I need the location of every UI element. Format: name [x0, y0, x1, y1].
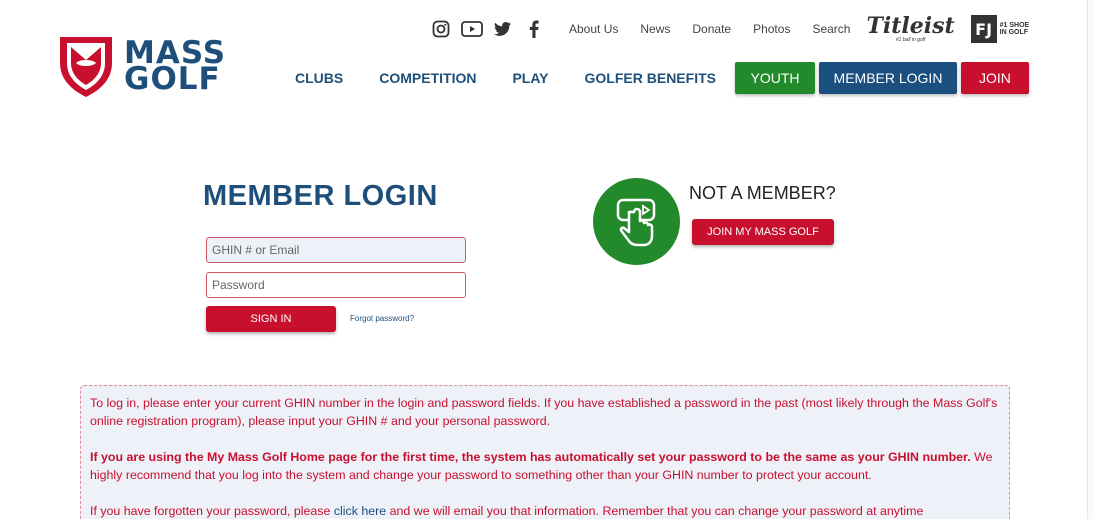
nav-golfer-benefits[interactable]: GOLFER BENEFITS [585, 70, 716, 86]
join-button[interactable]: JOIN [960, 62, 1029, 94]
titleist-wordmark: Titleist [866, 13, 955, 39]
titleist-tagline: #1 ball in golf [895, 37, 926, 43]
footjoy-sponsor-logo[interactable]: FJ #1 SHOE IN GOLF [970, 15, 1030, 43]
login-instructions-box: To log in, please enter your current GHI… [80, 385, 1010, 519]
nav-donate[interactable]: Donate [692, 22, 731, 36]
nav-clubs[interactable]: CLUBS [295, 70, 343, 86]
forgot-text-start: If you have forgotten your password, ple… [90, 504, 331, 518]
fj-tagline: #1 SHOE IN GOLF [1000, 22, 1030, 36]
join-my-mass-golf-button[interactable]: JOIN MY MASS GOLF [692, 219, 834, 245]
utility-bar: About Us News Donate Photos Search Title… [430, 14, 1029, 44]
page-scrollbar[interactable] [1087, 0, 1093, 519]
forgot-password-link[interactable]: Forgot password? [350, 314, 414, 323]
instructions-paragraph-1: To log in, please enter your current GHI… [90, 396, 998, 428]
titleist-sponsor-logo[interactable]: Titleist #1 ball in golf [866, 15, 954, 43]
twitter-icon[interactable] [492, 18, 514, 40]
fj-tagline-line-2: IN GOLF [999, 29, 1029, 36]
brand-wordmark: MASS GOLF [124, 38, 226, 97]
member-login-button[interactable]: MEMBER LOGIN [818, 62, 957, 94]
tap-join-circle [593, 178, 680, 265]
click-here-link[interactable]: click here [334, 504, 386, 518]
instructions-paragraph-2: If you are using the My Mass Golf Home p… [90, 448, 1000, 484]
fj-tagline-line-1: #1 SHOE [999, 22, 1030, 29]
ghin-email-input[interactable] [206, 237, 466, 263]
nav-photos[interactable]: Photos [753, 22, 790, 36]
brand-line-2: GOLF [124, 61, 221, 97]
nav-play[interactable]: PLAY [512, 70, 548, 86]
main-nav: CLUBS COMPETITION PLAY GOLFER BENEFITS Y… [290, 62, 1029, 94]
fj-mark: FJ [970, 15, 997, 43]
first-time-notice: If you are using the My Mass Golf Home p… [90, 450, 971, 464]
mass-golf-logo[interactable]: MASS GOLF [58, 33, 226, 99]
instructions-paragraph-3: If you have forgotten your password, ple… [90, 502, 1000, 519]
nav-about-us[interactable]: About Us [569, 22, 618, 36]
facebook-icon[interactable] [523, 18, 545, 40]
nav-competition[interactable]: COMPETITION [379, 70, 476, 86]
nav-search[interactable]: Search [812, 22, 850, 36]
youtube-icon[interactable] [461, 18, 483, 40]
forgot-text-end: and we will email you that information. … [389, 504, 924, 518]
page-title: MEMBER LOGIN [203, 180, 438, 212]
sign-in-button[interactable]: SIGN IN [206, 306, 336, 332]
touch-screen-icon [616, 198, 655, 246]
social-links [430, 18, 545, 40]
shield-logo-icon [60, 37, 112, 97]
instagram-icon[interactable] [430, 18, 452, 40]
nav-news[interactable]: News [640, 22, 670, 36]
youth-button[interactable]: YOUTH [734, 62, 815, 94]
password-input[interactable] [206, 272, 466, 298]
not-a-member-heading: NOT A MEMBER? [689, 183, 836, 203]
